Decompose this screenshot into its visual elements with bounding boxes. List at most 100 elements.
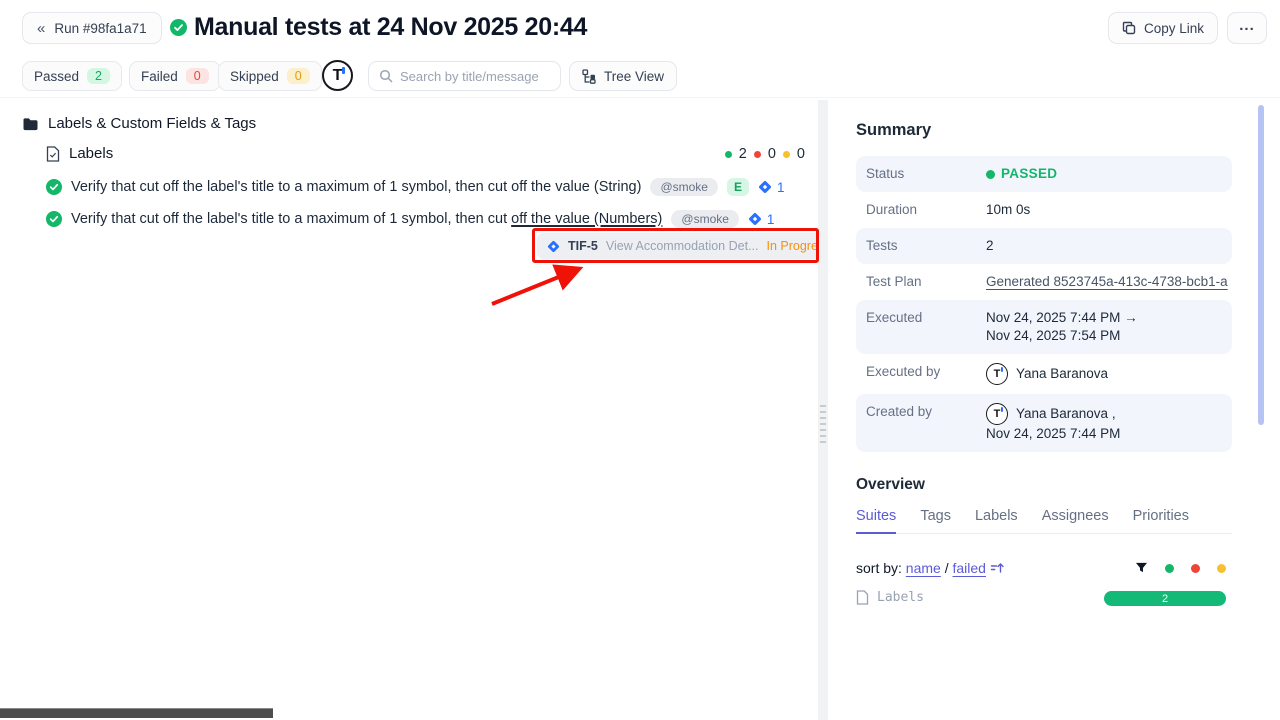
created-by-value: T Yana Baranova , Nov 24, 2025 7:44 PM [986,403,1120,443]
sort-by-failed-link[interactable]: failed [953,560,986,576]
summary-sidebar: Summary Status PASSED Duration 10m 0s Te… [828,100,1280,720]
resize-grip-icon [820,405,826,447]
suite-skipped-count: 0 [797,146,805,162]
summary-row-test-plan: Test Plan Generated 8523745a-413c-4738-b… [856,264,1232,300]
copy-icon [1122,21,1136,35]
back-to-run-button[interactable]: « Run #98fa1a71 [22,12,162,44]
filter-passed-button[interactable]: Passed 2 [22,61,122,91]
panel-resize-divider[interactable] [818,100,828,720]
copy-link-label: Copy Link [1144,21,1204,36]
skipped-dot-icon [783,151,790,158]
skipped-toggle-dot[interactable] [1217,564,1226,573]
user-avatar: T [986,403,1008,425]
suite-folder-row[interactable]: Labels & Custom Fields & Tags [22,115,256,132]
executed-label: Executed [866,309,986,345]
suite-label: Labels [69,145,113,162]
vertical-scrollbar-thumb[interactable] [1258,105,1264,425]
search-input[interactable] [400,69,550,84]
suite-file-row[interactable]: Labels 2 0 0 [46,145,805,162]
issue-key: TIF-5 [568,239,598,253]
passed-count-badge: 2 [87,68,110,84]
status-filter-icons [1135,562,1226,574]
status-dot-icon [986,170,995,179]
avatar-accent-mark [1001,367,1003,372]
bar-count: 2 [1162,593,1168,605]
summary-row-status: Status PASSED [856,156,1232,192]
jira-diamond-icon [547,240,560,253]
failed-count-badge: 0 [186,68,209,84]
filter-funnel-icon[interactable] [1135,562,1148,574]
summary-row-tests: Tests 2 [856,228,1232,264]
tree-view-label: Tree View [604,69,664,84]
skipped-count-badge: 0 [287,68,310,84]
test-title-hovered-part: off the value (Numbers) [511,211,662,227]
tab-priorities[interactable]: Priorities [1133,508,1189,524]
overview-suite-row[interactable]: Labels 2 [856,590,1232,605]
executed-by-label: Executed by [866,363,986,385]
tree-view-button[interactable]: Tree View [569,61,677,91]
sort-by-label: sort by: [856,560,902,576]
summary-heading: Summary [856,121,931,140]
suite-passed-count: 2 [739,146,747,162]
failed-label: Failed [141,69,178,84]
more-options-button[interactable]: ... [1227,12,1267,44]
passed-dot-icon [725,151,732,158]
passed-progress-bar[interactable]: 2 [1104,591,1226,606]
test-plan-link[interactable]: Generated 8523745a-413c-4738-bcb1-a [986,273,1228,291]
folder-label: Labels & Custom Fields & Tags [48,115,256,132]
tab-tags[interactable]: Tags [920,508,951,524]
failed-toggle-dot[interactable] [1191,564,1200,573]
tag-badge[interactable]: @smoke [650,178,718,196]
jira-diamond-icon [748,212,762,226]
created-at-value: Nov 24, 2025 7:44 PM [986,425,1120,443]
filter-bar: Passed 2 Failed 0 Skipped 0 T Tree View [0,60,1280,98]
back-chevrons-icon: « [37,21,45,36]
page-title: Manual tests at 24 Nov 2025 20:44 [194,13,587,42]
tab-suites[interactable]: Suites [856,508,896,524]
tests-value: 2 [986,237,994,255]
jira-issue-link[interactable]: 1 [758,180,785,195]
test-title: Verify that cut off the label's title to… [71,179,641,195]
tag-badge[interactable]: @smoke [671,210,739,228]
test-row[interactable]: Verify that cut off the label's title to… [46,210,774,228]
issue-title: View Accommodation Det... [606,239,759,253]
sort-controls: sort by: name / failed [856,560,1232,576]
summary-row-executed-by: Executed by T Yana Baranova [856,354,1232,394]
user-avatar: T [986,363,1008,385]
overview-tabs: Suites Tags Labels Assignees Priorities [856,508,1232,534]
run-id-label: Run #98fa1a71 [54,21,146,36]
summary-table: Status PASSED Duration 10m 0s Tests 2 Te… [856,156,1232,452]
jira-issue-link[interactable]: 1 [748,212,775,227]
sort-ascending-icon[interactable] [990,562,1005,574]
sort-by-name-link[interactable]: name [906,560,941,576]
tab-assignees[interactable]: Assignees [1042,508,1109,524]
overview-heading: Overview [856,476,925,494]
test-plan-label: Test Plan [866,273,986,291]
overview-suite-label: Labels [877,590,924,605]
test-passed-check-icon [46,179,62,195]
passed-toggle-dot[interactable] [1165,564,1174,573]
jira-issue-tooltip[interactable]: TIF-5 View Accommodation Det... In Progr… [537,233,840,259]
filter-failed-button[interactable]: Failed 0 [129,61,221,91]
created-by-label: Created by [866,403,986,443]
horizontal-scrollbar-thumb[interactable] [0,708,273,718]
folder-icon [22,117,39,131]
suite-failed-count: 0 [768,146,776,162]
filter-skipped-button[interactable]: Skipped 0 [218,61,322,91]
tree-view-icon [582,69,596,84]
tab-labels[interactable]: Labels [975,508,1018,524]
summary-row-duration: Duration 10m 0s [856,192,1232,228]
test-row[interactable]: Verify that cut off the label's title to… [46,178,785,196]
duration-label: Duration [866,201,986,219]
env-badge[interactable]: E [727,178,749,196]
copy-link-button[interactable]: Copy Link [1108,12,1218,44]
avatar-accent-mark [1001,407,1003,412]
avatar-accent-mark [342,67,345,74]
suite-counts: 2 0 0 [725,146,805,162]
file-icon [856,590,869,605]
passed-check-icon [170,19,187,36]
issue-count: 1 [777,180,785,195]
executed-by-value: T Yana Baranova [986,363,1108,385]
ellipsis-icon: ... [1239,17,1255,34]
assignee-avatar-filter[interactable]: T [322,60,353,91]
